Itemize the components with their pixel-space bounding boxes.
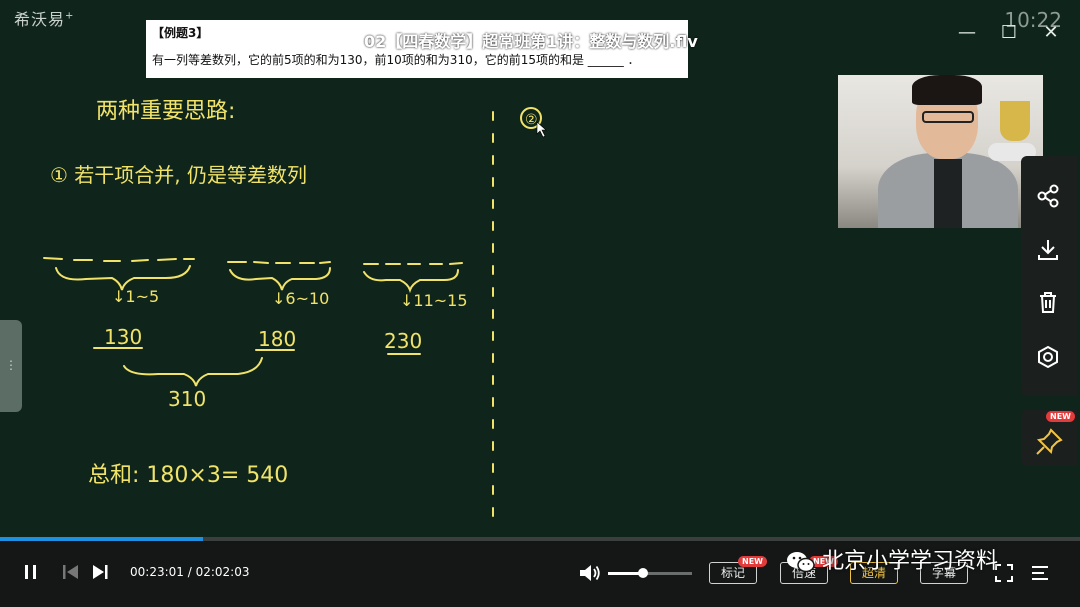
board-heading: 两种重要思路: <box>96 99 235 124</box>
pin-icon <box>1036 428 1063 455</box>
eye-icon <box>1038 345 1058 369</box>
wechat-icon <box>787 552 815 573</box>
view-button[interactable] <box>1030 339 1066 375</box>
player-controls: 00:23:01 / 02:02:03 标记 NEW 倍速 NEW 超清 字幕 … <box>0 541 1080 607</box>
volume-knob[interactable] <box>638 568 649 578</box>
sum-label-1: 130 <box>104 325 142 349</box>
download-icon <box>1038 240 1058 260</box>
delete-icon <box>1040 292 1056 313</box>
handle-grip-icon: ⋮ <box>5 358 17 372</box>
mouse-cursor-icon <box>536 121 547 138</box>
range-label-1: ↓1~5 <box>112 287 159 306</box>
pause-button[interactable] <box>22 563 40 581</box>
webcam-feed <box>838 75 1043 228</box>
mark-new-badge: NEW <box>738 556 767 567</box>
sum-label-3: 230 <box>384 329 422 353</box>
total-label: 总和: 180×3= 540 <box>88 463 288 488</box>
sum-label-2: 180 <box>258 327 296 351</box>
time-display: 00:23:01 / 02:02:03 <box>130 565 250 579</box>
side-drawer-handle[interactable]: ⋮ <box>0 320 22 412</box>
combined-label: 310 <box>168 387 206 411</box>
share-button[interactable] <box>1030 178 1066 214</box>
delete-button[interactable] <box>1030 285 1066 321</box>
next-button[interactable] <box>91 564 109 580</box>
range-label-2: ↓6~10 <box>272 289 329 308</box>
playlist-icon[interactable] <box>1030 563 1050 583</box>
share-icon <box>1037 184 1059 208</box>
pin-new-badge: NEW <box>1046 411 1075 422</box>
volume-slider[interactable] <box>608 568 692 578</box>
trophy-icon <box>1000 101 1030 141</box>
previous-button[interactable] <box>62 564 80 580</box>
board-method-1: ① 若干项合并, 仍是等差数列 <box>50 163 307 187</box>
watermark-text: 北京小学学习资料 <box>822 549 999 574</box>
volume-icon[interactable] <box>578 562 602 584</box>
download-button[interactable] <box>1030 232 1066 268</box>
method-2-marker: ② <box>525 112 538 128</box>
watermark: 北京小学学习资料 <box>786 543 998 575</box>
range-label-3: ↓11~15 <box>400 291 468 310</box>
current-time: 00:23:01 <box>130 565 184 579</box>
total-time: 02:02:03 <box>195 565 250 579</box>
